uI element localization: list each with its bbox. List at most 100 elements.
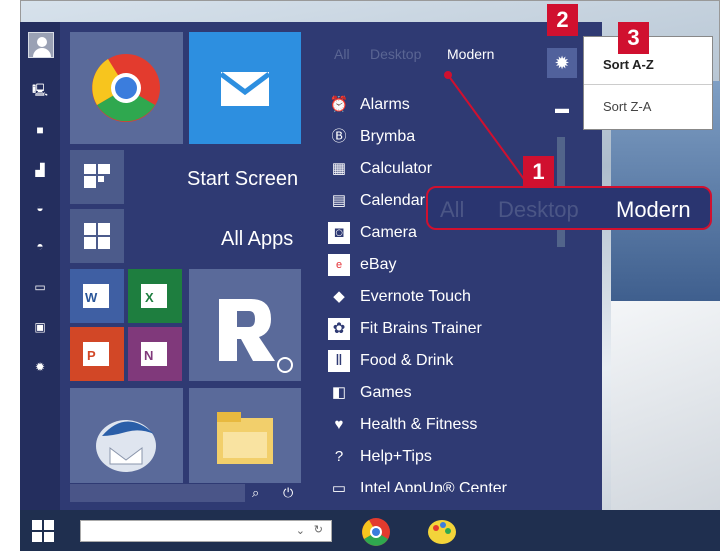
app-list-item[interactable]: Ⓑ Brymba — [326, 124, 552, 150]
brymba-icon: Ⓑ — [331, 128, 347, 145]
filter-modern[interactable]: Modern — [447, 46, 494, 62]
ebay-icon: e — [328, 254, 350, 276]
devices-icon[interactable]: ◓ — [28, 236, 52, 256]
menu-divider — [584, 84, 712, 85]
app-list-item-label: Alarms — [360, 96, 410, 113]
badge-1: 1 — [523, 156, 554, 188]
app-list-item-label: Food & Drink — [360, 352, 454, 369]
fit-brains-icon: ✿ — [328, 318, 350, 340]
network-icon[interactable]: ▟ — [28, 160, 52, 180]
badge-2: 2 — [547, 4, 578, 36]
user-avatar[interactable] — [28, 32, 54, 58]
camera-icon: ◙ — [328, 222, 350, 244]
app-list-item[interactable]: ◆ Evernote Touch — [326, 284, 552, 310]
app-list-item[interactable]: ? Help+Tips — [326, 444, 552, 470]
all-apps-icon — [84, 223, 110, 249]
calendar-icon: ▤ — [331, 192, 347, 209]
desktop-wallpaper-snow — [611, 301, 720, 511]
computer-icon[interactable]: 🖳 — [28, 80, 52, 100]
taskbar-search-input[interactable]: ⌄ ↻ — [80, 520, 332, 542]
start-screen-label[interactable]: Start Screen — [187, 168, 298, 191]
all-apps-label[interactable]: All Apps — [221, 228, 293, 251]
windows-start-icon[interactable] — [32, 520, 54, 542]
sort-z-a-option[interactable]: Sort Z-A — [603, 99, 651, 114]
intel-icon: ▭ — [331, 480, 347, 492]
refresh-icon[interactable]: ↻ — [314, 523, 323, 536]
app-list-item-label: Intel AppUp® Center — [360, 480, 507, 492]
thunderbird-tile[interactable] — [70, 388, 183, 483]
app-list-item-label: Camera — [360, 224, 417, 241]
chevron-down-icon[interactable]: ⌄ — [296, 524, 305, 537]
app-list-item[interactable]: ▭ Intel AppUp® Center — [326, 476, 552, 492]
app-list-item-label: Calculator — [360, 160, 433, 177]
svg-text:N: N — [144, 348, 153, 363]
callout-all: All — [440, 197, 465, 222]
app-list-item-label: eBay — [360, 256, 397, 273]
app-list: ⏰ Alarms Ⓑ Brymba ▦ Calculator ▤ Calendar ◙ Camer… — [326, 92, 552, 492]
sort-a-z-option[interactable]: Sort A-Z — [603, 57, 654, 72]
filter-desktop[interactable]: Desktop — [370, 46, 421, 62]
chrome-taskbar-icon[interactable] — [360, 516, 392, 548]
callout-desktop: Desktop — [498, 197, 579, 222]
user-body-icon — [33, 48, 51, 57]
callout-modern: Modern — [616, 197, 691, 222]
mail-tile[interactable] — [189, 32, 301, 144]
evernote-icon: ◆ — [333, 288, 345, 305]
all-apps-tile[interactable] — [70, 209, 124, 263]
start-menu: 🖳 ■ ▟ ◒ ◓ ▭ ▣ ✹ Start Screen All Apps W … — [20, 22, 602, 511]
app-list-item[interactable]: ♥ Health & Fitness — [326, 412, 552, 438]
control-panel-icon[interactable]: ◒ — [28, 198, 52, 218]
display-icon[interactable]: ▭ — [28, 277, 52, 297]
help-icon: ? — [334, 448, 344, 465]
app-list-item-label: Health & Fitness — [360, 416, 478, 433]
app-list-item[interactable]: ▦ Calculator — [326, 156, 552, 182]
folder-icon[interactable]: ▬ — [555, 100, 573, 116]
onenote-icon: N — [141, 342, 167, 366]
settings-gear-icon[interactable]: ✹ — [547, 48, 577, 78]
paint-taskbar-icon[interactable] — [426, 516, 458, 548]
filter-all[interactable]: All — [334, 46, 350, 62]
app-list-item-label: Evernote Touch — [360, 288, 471, 305]
excel-icon: X — [141, 284, 167, 308]
games-icon: ◧ — [331, 384, 347, 401]
svg-text:X: X — [145, 290, 154, 305]
reader-app-tile[interactable] — [189, 269, 301, 381]
app-list-item-label: Help+Tips — [360, 448, 432, 465]
window-icon[interactable]: ▣ — [28, 317, 52, 337]
start-menu-rail: 🖳 ■ ▟ ◒ ◓ ▭ ▣ ✹ — [20, 22, 60, 511]
folder-icon — [217, 412, 273, 464]
app-list-item-label: Brymba — [360, 128, 416, 145]
alarm-icon: ⏰ — [329, 96, 349, 113]
app-list-item[interactable]: Ⅱ Food & Drink — [326, 348, 552, 374]
app-list-item[interactable]: e eBay — [326, 252, 552, 278]
food-drink-icon: Ⅱ — [328, 350, 350, 372]
thunderbird-icon — [96, 420, 156, 472]
start-search-input[interactable] — [70, 484, 245, 502]
onenote-tile[interactable]: N — [128, 327, 182, 381]
calculator-icon: ▦ — [331, 160, 347, 177]
excel-tile[interactable]: X — [128, 269, 182, 323]
power-icon[interactable]: ⏻ — [283, 484, 299, 502]
chrome-tile[interactable] — [70, 32, 183, 144]
app-list-item[interactable]: ✿ Fit Brains Trainer — [326, 316, 552, 342]
app-list-item[interactable]: ◧ Games — [326, 380, 552, 406]
badge-3: 3 — [618, 22, 649, 54]
start-screen-tile[interactable] — [70, 150, 124, 204]
chrome-logo-icon — [92, 54, 160, 122]
powerpoint-tile[interactable]: P — [70, 327, 124, 381]
word-icon: W — [83, 284, 109, 308]
app-list-item-label: Games — [360, 384, 412, 401]
start-screen-icon — [84, 164, 110, 188]
settings-gear-icon[interactable]: ✹ — [28, 357, 52, 377]
search-icon[interactable]: ⌕ — [252, 484, 268, 502]
taskbar: ⌄ ↻ — [20, 510, 720, 551]
powerpoint-icon: P — [83, 342, 109, 366]
folder-icon[interactable]: ■ — [28, 120, 52, 140]
file-explorer-tile[interactable] — [189, 388, 301, 483]
app-list-item-label: Calendar — [360, 192, 425, 209]
svg-text:W: W — [85, 290, 98, 305]
word-tile[interactable]: W — [70, 269, 124, 323]
app-list-item-label: Fit Brains Trainer — [360, 320, 482, 337]
filter-callout: All Desktop Modern — [426, 186, 712, 230]
app-list-item[interactable]: ⏰ Alarms — [326, 92, 552, 118]
